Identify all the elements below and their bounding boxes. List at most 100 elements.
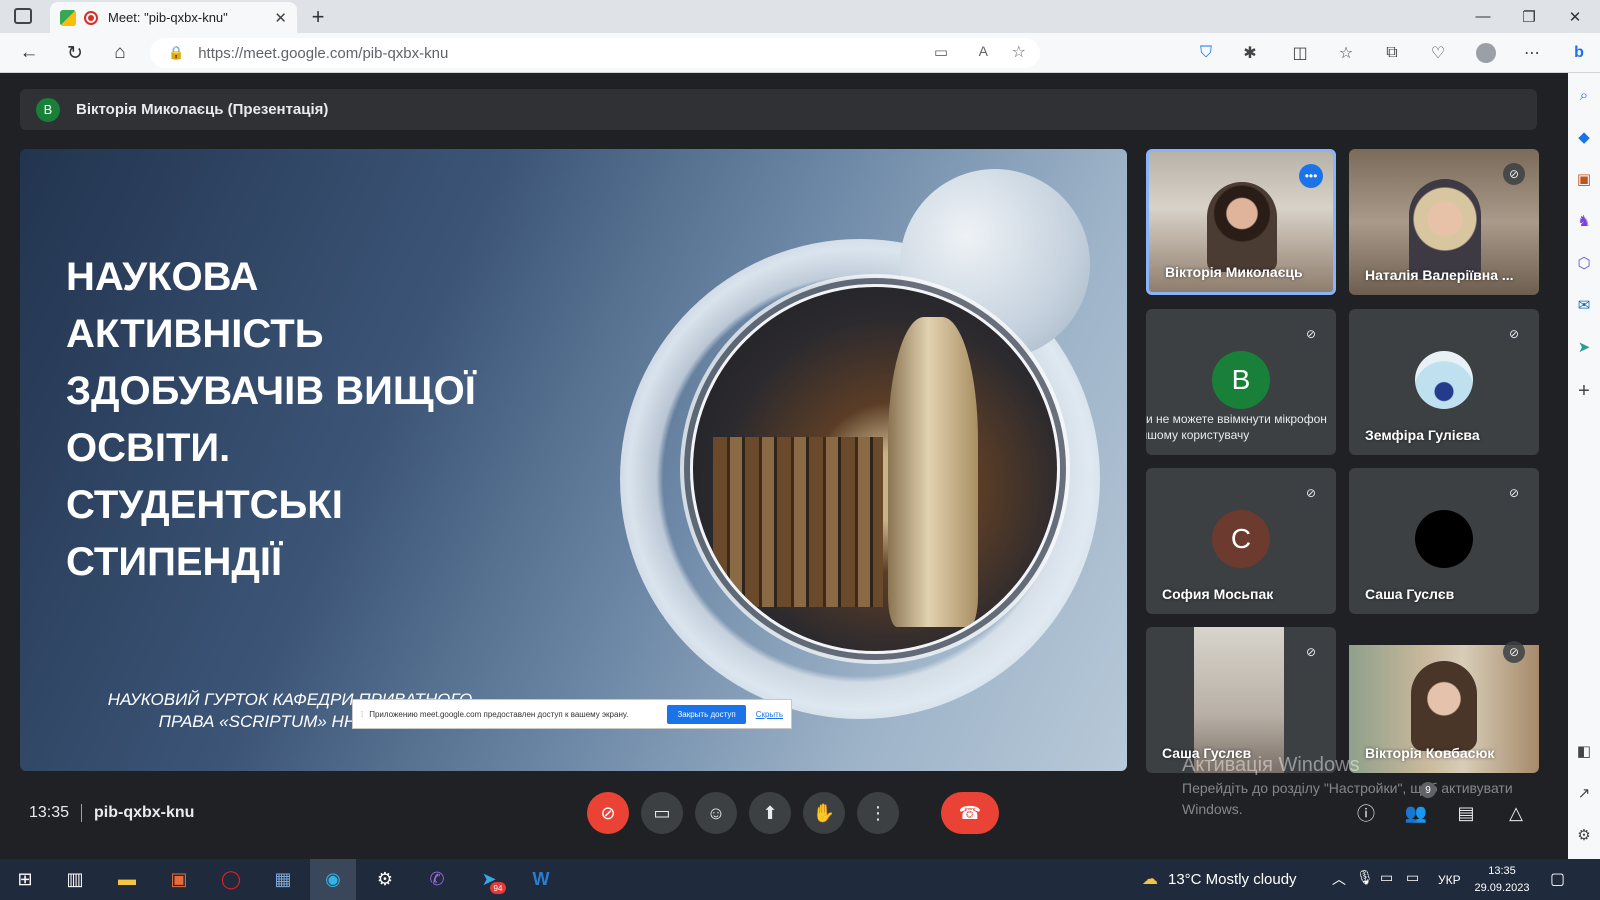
outlook-icon[interactable]: ✉ [1568, 290, 1600, 320]
people-icon[interactable]: 👥 [1398, 795, 1434, 831]
minimize-icon[interactable]: — [1460, 0, 1506, 33]
more-menu-icon[interactable]: ⋯ [1518, 39, 1546, 67]
telegram-icon[interactable]: ➤ [466, 859, 512, 900]
mic-muted-icon: ⊘ [1503, 163, 1525, 185]
home-icon[interactable]: ⌂ [105, 39, 135, 67]
start-button-icon[interactable]: ⊞ [2, 859, 48, 900]
favorites-icon[interactable]: ☆ [1332, 39, 1360, 67]
statue-graphic [888, 317, 978, 627]
divider [81, 804, 82, 822]
viber-icon[interactable]: ✆ [414, 859, 460, 900]
add-sidebar-icon[interactable]: + [1568, 376, 1600, 406]
participant-tile[interactable]: ⊘ Саша Гуслєв [1146, 627, 1336, 773]
shield-icon[interactable]: ⛉ [1192, 39, 1220, 67]
more-options-icon[interactable]: ••• [1299, 164, 1323, 188]
opera-icon[interactable]: ◯ [208, 859, 254, 900]
settings-app-icon[interactable]: ⚙ [362, 859, 408, 900]
games-icon[interactable]: ♞ [1568, 206, 1600, 236]
tab-close-icon[interactable]: ✕ [274, 9, 287, 27]
microphone-tray-icon[interactable]: 🎙 [1356, 869, 1374, 886]
participant-tile[interactable]: ⊘ Саша Гуслєв [1349, 468, 1539, 614]
tab-actions-icon[interactable] [14, 8, 32, 24]
battery-icon[interactable]: ▭ [1406, 869, 1419, 886]
shared-screen[interactable]: НАУКОВА АКТИВНІСТЬ ЗДОБУВАЧІВ ВИЩОЇ ОСВІ… [20, 149, 1127, 771]
favorite-star-icon[interactable]: ☆ [1012, 42, 1026, 62]
raise-hand-button[interactable]: ✋ [803, 792, 845, 834]
settings-gear-icon[interactable]: ⚙ [1568, 820, 1600, 850]
participant-tile[interactable]: ⊘ Наталія Валеріївна ... [1349, 149, 1539, 295]
weather-text[interactable]: 13°C Mostly cloudy [1168, 871, 1297, 888]
participant-tile[interactable]: С ⊘ София Мосьпак [1146, 468, 1336, 614]
notifications-icon[interactable]: ▢ [1550, 869, 1565, 889]
drag-handle-icon[interactable]: ⁞ [361, 710, 363, 719]
tab-title: Meet: "pib-qxbx-knu" [108, 10, 228, 25]
slide-title-line: ЗДОБУВАЧІВ ВИЩОЇ [66, 369, 476, 413]
participant-name: Вікторія Ковбасюк [1365, 745, 1495, 761]
url-text: https://meet.google.com/pib-qxbx-knu [198, 44, 449, 62]
activities-icon[interactable]: △ [1498, 795, 1534, 831]
shopping-icon[interactable]: ◆ [1568, 122, 1600, 152]
meeting-clock: 13:35 [29, 804, 70, 821]
performance-icon[interactable]: ♡ [1424, 39, 1452, 67]
profile-avatar[interactable] [1472, 39, 1500, 67]
slide-title-line: СТУДЕНТСЬКІ [66, 483, 343, 527]
participant-tile[interactable]: ⊘ Вікторія Ковбасюк [1349, 627, 1539, 773]
more-options-button[interactable]: ⋮ [857, 792, 899, 834]
back-icon[interactable]: ← [14, 39, 44, 67]
participant-tile[interactable]: ⊘ Земфіра Гулієва [1349, 309, 1539, 455]
meet-favicon-icon [60, 9, 76, 26]
input-language[interactable]: УКР [1438, 873, 1461, 887]
reload-icon[interactable]: ↻ [60, 39, 90, 67]
stop-sharing-button[interactable]: Закрыть доступ [667, 704, 746, 724]
edge-icon[interactable]: ◉ [310, 859, 356, 900]
mic-muted-icon: ⊘ [1503, 323, 1525, 345]
taskbar-time: 13:35 [1488, 865, 1516, 877]
camera-tray-icon[interactable]: ▭ [1380, 869, 1393, 886]
taskbar-clock[interactable]: 13:35 29.09.2023 [1470, 863, 1534, 897]
m365-icon[interactable]: ⬡ [1568, 248, 1600, 278]
meeting-info-icon[interactable]: ⓘ [1348, 795, 1384, 831]
tray-overflow-icon[interactable]: ︿ [1332, 869, 1346, 889]
participant-name: Саша Гуслєв [1365, 586, 1455, 602]
justice-statue-image [690, 284, 1060, 654]
open-external-icon[interactable]: ↗ [1568, 778, 1600, 808]
sidebar-layout-icon[interactable]: ◧ [1568, 736, 1600, 766]
participant-name: София Мосьпак [1162, 586, 1274, 602]
split-screen-icon[interactable]: ◫ [1286, 39, 1314, 67]
hide-notice-link[interactable]: Скрыть [756, 710, 783, 719]
participant-tile[interactable]: ••• Вікторія Миколаєць [1146, 149, 1336, 295]
file-explorer-icon[interactable]: ▬ [104, 859, 150, 900]
photos-app-icon[interactable]: ▣ [156, 859, 202, 900]
camera-in-use-icon[interactable]: ▭ [934, 43, 948, 61]
emoji-reaction-button[interactable]: ☺ [695, 792, 737, 834]
presenter-avatar: В [36, 97, 60, 122]
url-field[interactable]: 🔒 https://meet.google.com/pib-qxbx-knu ▭… [150, 38, 1040, 68]
taskbar-date: 29.09.2023 [1474, 882, 1530, 894]
read-aloud-icon[interactable]: A [979, 43, 988, 59]
word-icon[interactable]: W [518, 859, 564, 900]
task-view-icon[interactable]: ▥ [52, 859, 98, 900]
mic-muted-icon: ⊘ [1300, 482, 1322, 504]
participant-video [1409, 179, 1481, 279]
leave-call-button[interactable]: ☎ [941, 792, 999, 834]
calculator-icon[interactable]: ▦ [260, 859, 306, 900]
slide-title: НАУКОВА АКТИВНІСТЬ ЗДОБУВАЧІВ ВИЩОЇ ОСВІ… [66, 249, 536, 591]
browser-tab-meet[interactable]: Meet: "pib-qxbx-knu" ✕ [50, 2, 297, 33]
extensions-icon[interactable]: ✱ [1236, 39, 1264, 67]
send-icon[interactable]: ➤ [1568, 332, 1600, 362]
participant-photo-avatar [1415, 351, 1473, 409]
browser-tab-bar: Meet: "pib-qxbx-knu" ✕ + — ❐ ✕ [0, 0, 1600, 33]
chat-icon[interactable]: ▤ [1448, 795, 1484, 831]
present-screen-button[interactable]: ⬆ [749, 792, 791, 834]
search-icon[interactable]: ⌕ [1568, 80, 1600, 110]
participant-face [1411, 661, 1477, 751]
participant-tile[interactable]: В ⊘ Ви не можете ввімкнути мікрофон іншо… [1146, 309, 1336, 455]
tools-icon[interactable]: ▣ [1568, 164, 1600, 194]
collections-icon[interactable]: ⧉ [1378, 39, 1406, 67]
new-tab-button[interactable]: + [305, 4, 331, 30]
mic-off-button[interactable]: ⊘ [587, 792, 629, 834]
bing-copilot-icon[interactable]: b [1565, 39, 1593, 67]
window-close-icon[interactable]: ✕ [1552, 0, 1598, 33]
camera-button[interactable]: ▭ [641, 792, 683, 834]
maximize-icon[interactable]: ❐ [1506, 0, 1552, 33]
